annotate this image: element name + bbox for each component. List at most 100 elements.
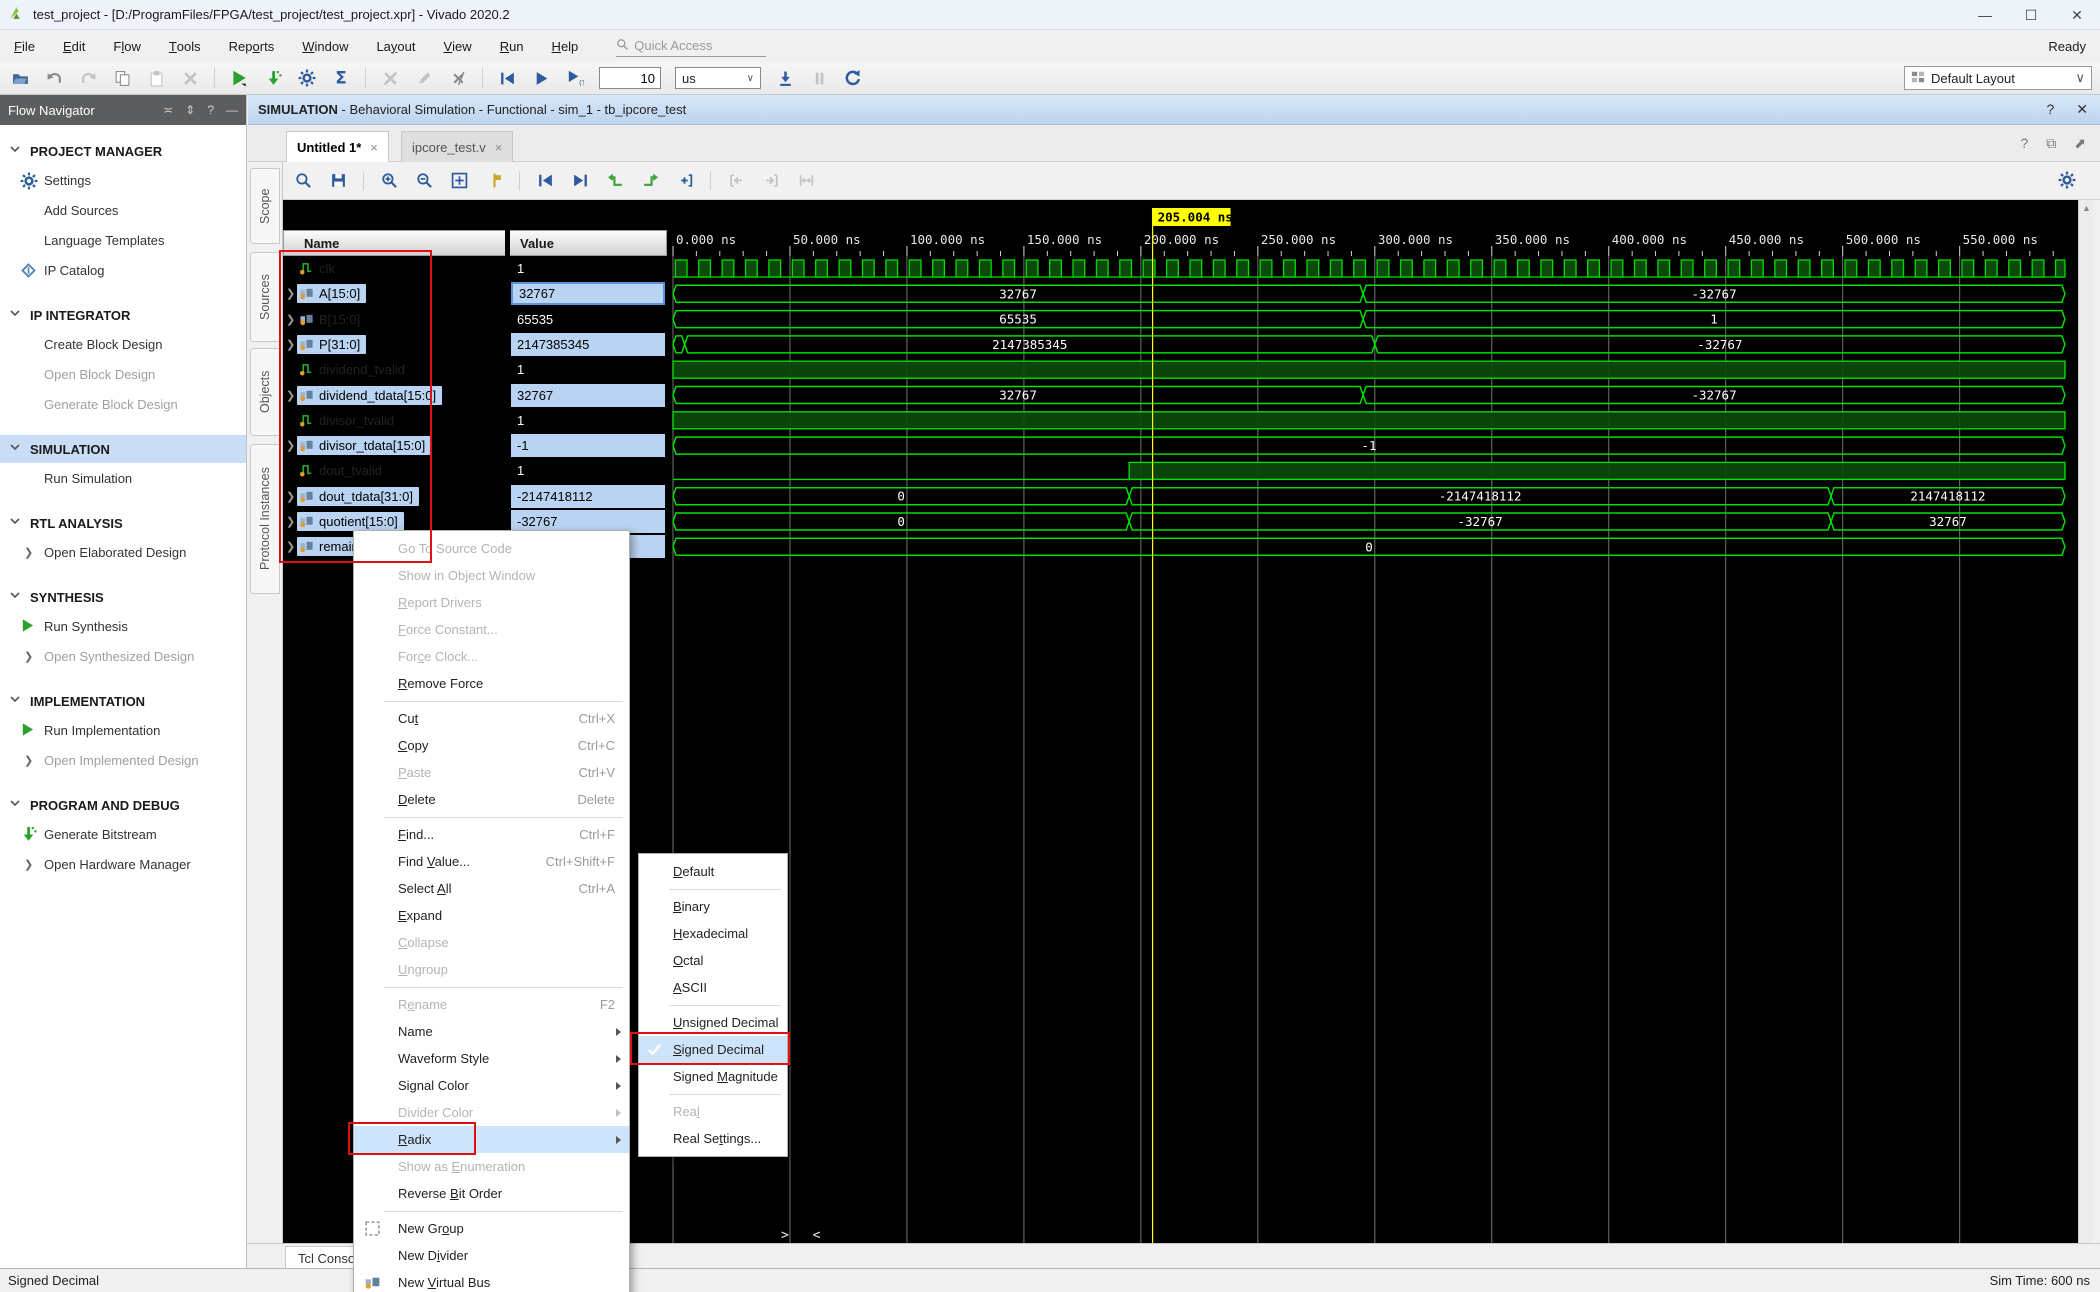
redo-icon[interactable] (78, 68, 98, 88)
menu-run[interactable]: Run (486, 39, 538, 54)
quick-access-search[interactable]: Quick Access (616, 35, 766, 57)
clear-breakpoints-icon[interactable] (448, 68, 468, 88)
menu-layout[interactable]: Layout (362, 39, 429, 54)
next-transition-icon[interactable] (570, 171, 590, 191)
menu-help[interactable]: Help (538, 39, 593, 54)
go-to-time-right-icon[interactable] (761, 171, 781, 191)
undo-icon[interactable] (44, 68, 64, 88)
nav-section-rtl-analysis[interactable]: RTL ANALYSIS (0, 509, 246, 537)
nav-section-synthesis[interactable]: SYNTHESIS (0, 583, 246, 611)
expander-icon[interactable]: ❯ (286, 338, 295, 351)
add-marker-icon[interactable] (675, 171, 695, 191)
expander-icon[interactable]: ❯ (286, 490, 295, 503)
expander-icon[interactable]: ❯ (24, 858, 33, 871)
save-icon[interactable] (328, 171, 348, 191)
fit-selection-icon[interactable] (796, 171, 816, 191)
run-time-input[interactable] (599, 67, 661, 89)
nav-section-project-manager[interactable]: PROJECT MANAGER (0, 137, 246, 165)
menu-reports[interactable]: Reports (215, 39, 289, 54)
column-header-value[interactable]: Value (506, 231, 554, 255)
minimize-panel-icon[interactable]: — (226, 103, 238, 117)
expand-all-icon[interactable]: ⇕ (185, 103, 195, 117)
signal-value-A-15-0-[interactable]: 32767 (511, 281, 665, 306)
signal-row-clk[interactable]: clk (283, 256, 505, 281)
nav-item-settings[interactable]: Settings (0, 165, 246, 195)
nav-item-add-sources[interactable]: Add Sources (0, 195, 246, 225)
nav-section-ip-integrator[interactable]: IP INTEGRATOR (0, 301, 246, 329)
menu-item-copy[interactable]: CopyCtrl+C (354, 732, 629, 759)
generate-bitstream-icon[interactable] (263, 68, 283, 88)
nav-item-open-hardware-manager[interactable]: ❯Open Hardware Manager (0, 849, 246, 879)
menu-item-hexadecimal[interactable]: Hexadecimal (639, 920, 787, 947)
column-header-name[interactable]: Name (284, 231, 506, 255)
menu-flow[interactable]: Flow (99, 39, 154, 54)
menu-tools[interactable]: Tools (155, 39, 215, 54)
side-tab-protocol-instances[interactable]: Protocol Instances (250, 444, 280, 594)
nav-section-program-and-debug[interactable]: PROGRAM AND DEBUG (0, 791, 246, 819)
cancel-icon[interactable] (380, 68, 400, 88)
menu-item-remove-force[interactable]: Remove Force (354, 670, 629, 697)
relaunch-icon[interactable] (843, 68, 863, 88)
menu-item-new-virtual-bus[interactable]: New Virtual Bus (354, 1269, 629, 1292)
menu-item-reverse-bit-order[interactable]: Reverse Bit Order (354, 1180, 629, 1207)
paste-icon[interactable] (146, 68, 166, 88)
nav-item-open-synthesized-design[interactable]: ❯Open Synthesized Design (0, 641, 246, 671)
nav-item-open-elaborated-design[interactable]: ❯Open Elaborated Design (0, 537, 246, 567)
signal-value-divisor-tdata-15-0-[interactable]: -1 (511, 433, 665, 458)
menu-item-signed-decimal[interactable]: Signed Decimal (639, 1036, 787, 1063)
signal-row-dividend-tvalid[interactable]: dividend_tvalid (283, 357, 505, 382)
menu-item-ascii[interactable]: ASCII (639, 974, 787, 1001)
menu-item-name[interactable]: Name (354, 1018, 629, 1045)
nav-item-language-templates[interactable]: Language Templates (0, 225, 246, 255)
zoom-in-icon[interactable] (379, 171, 399, 191)
nav-item-open-block-design[interactable]: Open Block Design (0, 359, 246, 389)
menu-item-real-settings[interactable]: Real Settings... (639, 1125, 787, 1152)
zoom-to-cursor-icon[interactable] (484, 171, 504, 191)
help-icon[interactable]: ? (207, 103, 214, 117)
signal-row-dout-tdata-31-0-[interactable]: ❯dout_tdata[31:0] (283, 484, 505, 509)
close-tab-icon[interactable]: × (370, 140, 378, 155)
collapse-all-icon[interactable]: ≍ (163, 103, 173, 117)
menu-item-select-all[interactable]: Select AllCtrl+A (354, 875, 629, 902)
menu-view[interactable]: View (430, 39, 486, 54)
menu-item-find-value[interactable]: Find Value...Ctrl+Shift+F (354, 848, 629, 875)
menu-item-cut[interactable]: CutCtrl+X (354, 705, 629, 732)
tab-ipcore-test[interactable]: ipcore_test.v × (401, 131, 513, 162)
expander-icon[interactable]: ❯ (286, 313, 295, 326)
nav-item-ip-catalog[interactable]: IP Catalog (0, 255, 246, 285)
swap-cursor-left-icon[interactable] (605, 171, 625, 191)
swap-cursor-right-icon[interactable] (640, 171, 660, 191)
help-icon[interactable]: ? (2020, 135, 2028, 152)
nav-item-run-synthesis[interactable]: Run Synthesis (0, 611, 246, 641)
nav-item-generate-bitstream[interactable]: Generate Bitstream (0, 819, 246, 849)
zoom-fit-icon[interactable] (449, 171, 469, 191)
nav-item-create-block-design[interactable]: Create Block Design (0, 329, 246, 359)
go-to-time-left-icon[interactable] (726, 171, 746, 191)
restart-icon[interactable] (497, 68, 517, 88)
expander-icon[interactable]: ❯ (24, 650, 33, 663)
previous-transition-icon[interactable] (535, 171, 555, 191)
menu-edit[interactable]: Edit (49, 39, 99, 54)
close-button[interactable]: ✕ (2054, 0, 2100, 30)
menu-item-unsigned-decimal[interactable]: Unsigned Decimal (639, 1009, 787, 1036)
minimize-button[interactable]: — (1962, 0, 2008, 30)
nav-item-run-implementation[interactable]: Run Implementation (0, 715, 246, 745)
open-recent-icon[interactable] (10, 68, 30, 88)
side-tab-scope[interactable]: Scope (250, 168, 280, 244)
expander-icon[interactable]: ❯ (24, 754, 33, 767)
menu-item-radix[interactable]: Radix (354, 1126, 629, 1153)
time-unit-select[interactable]: us ∨ (675, 67, 761, 89)
expander-icon[interactable]: ❯ (286, 389, 295, 402)
float-window-icon[interactable]: ⧉ (2046, 135, 2056, 152)
menu-item-waveform-style[interactable]: Waveform Style (354, 1045, 629, 1072)
menu-item-default[interactable]: Default (639, 858, 787, 885)
wave-vertical-scrollbar[interactable]: ▲ (2078, 200, 2093, 1243)
menu-item-expand[interactable]: Expand (354, 902, 629, 929)
wave-scroll-arrows[interactable]: > < (781, 1228, 828, 1243)
menu-item-delete[interactable]: DeleteDelete (354, 786, 629, 813)
signal-value-dividend-tvalid[interactable]: 1 (511, 357, 665, 382)
signal-row-B-15-0-[interactable]: ❯B[15:0] (283, 307, 505, 332)
pause-icon[interactable] (809, 68, 829, 88)
zoom-out-icon[interactable] (414, 171, 434, 191)
settings-icon[interactable] (297, 68, 317, 88)
